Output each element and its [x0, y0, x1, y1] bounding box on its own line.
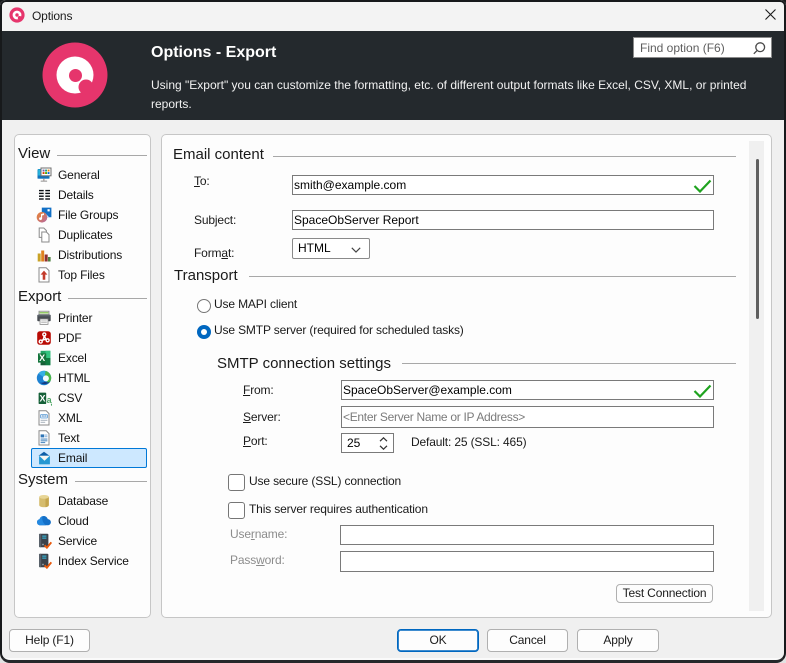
svg-text:<>: <>: [41, 414, 47, 420]
svg-text:X: X: [39, 353, 45, 363]
svg-text:,: ,: [50, 398, 52, 406]
svg-text:X: X: [39, 394, 45, 404]
